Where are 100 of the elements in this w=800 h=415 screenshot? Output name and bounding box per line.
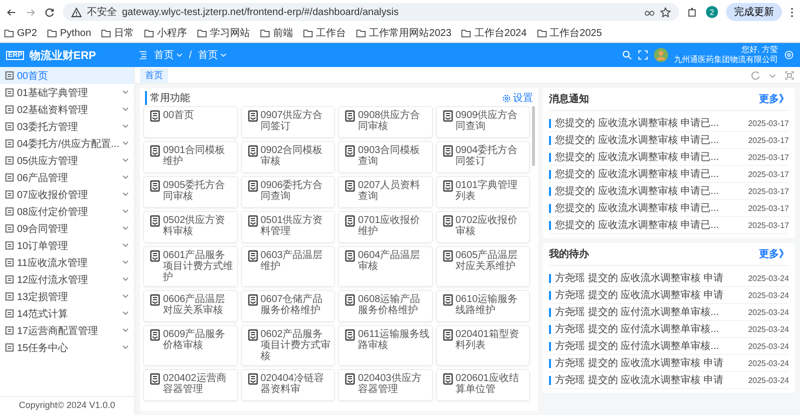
function-card[interactable]: 0608运输产品服务价格维护 — [338, 290, 432, 322]
list-item[interactable]: 您提交的 应收流水调整审核 申请已... 2025-03-17 — [549, 217, 789, 234]
chevron-icon[interactable] — [122, 90, 129, 95]
chevron-icon[interactable] — [122, 107, 129, 112]
function-card[interactable]: 0604产品温层审核 — [338, 246, 432, 287]
function-card[interactable]: 020404冷链容器资料审 — [240, 369, 335, 401]
function-card[interactable]: 0904委托方合同签订 — [436, 141, 530, 173]
sidebar-item[interactable]: 15任务中心 — [0, 339, 134, 356]
sidebar-item[interactable]: 05供应方管理 — [0, 152, 134, 169]
sidebar-item[interactable]: 04委托方/供应方配置... — [0, 135, 134, 152]
function-card[interactable]: 0909供应方合同查询 — [436, 106, 530, 138]
function-card[interactable]: 0602产品服务项目计费方式审核 — [240, 325, 335, 366]
function-card[interactable]: 0611运输服务线路审核 — [338, 325, 432, 366]
bookmark[interactable]: 工作台2025 — [536, 26, 602, 40]
function-card[interactable]: 0607仓储产品服务价格维护 — [240, 290, 335, 322]
list-item[interactable]: 方尧瑶 提交的 应收流水调整审核 申请 2025-03-24 — [549, 372, 789, 389]
expand-icon[interactable] — [784, 70, 795, 80]
function-card[interactable]: 0207人员资料查询 — [338, 176, 432, 208]
function-card[interactable]: 0501供应方资料管理 — [240, 211, 335, 243]
scrollbar[interactable] — [532, 106, 535, 166]
sidebar-item[interactable]: 11应收流水管理 — [0, 254, 134, 271]
function-card[interactable]: 0907供应方合同签订 — [240, 106, 335, 138]
function-card[interactable]: 0502供应方资料审核 — [143, 211, 238, 243]
sidebar-item[interactable]: 12应付流水管理 — [0, 271, 134, 288]
list-item[interactable]: 您提交的 应收流水调整审核 申请已... 2025-03-17 — [549, 183, 789, 200]
chevron-icon[interactable] — [122, 294, 129, 299]
reload-icon[interactable] — [44, 6, 55, 18]
more-options-icon[interactable] — [790, 6, 794, 18]
sidebar-item[interactable]: 10订单管理 — [0, 237, 134, 254]
search-icon[interactable] — [622, 50, 632, 60]
more-link[interactable]: 更多》 — [759, 92, 789, 106]
address-bar[interactable]: 不安全 gateway.wlyc-test.jzterp.net/frontend-erp/#/dashboard/analysis — [63, 3, 679, 21]
function-card[interactable]: 0606产品温层对应关系审核 — [143, 290, 238, 322]
function-card[interactable]: 0901合同模板维护 — [143, 141, 238, 173]
settings-icon[interactable] — [784, 50, 794, 60]
function-card[interactable]: 020403供应方容器管理 — [338, 369, 432, 401]
chevron-icon[interactable] — [122, 175, 129, 180]
bookmark[interactable]: GP2 — [4, 28, 38, 38]
sidebar-item[interactable]: 01基础字典管理 — [0, 84, 134, 101]
chevron-icon[interactable] — [122, 192, 129, 197]
bookmark[interactable]: 学习网站 — [197, 26, 250, 40]
profile-avatar[interactable]: 2 — [706, 6, 718, 18]
fullscreen-icon[interactable] — [638, 50, 648, 60]
function-card[interactable]: 0605产品温层对应关系维护 — [436, 246, 530, 287]
list-item[interactable]: 方尧瑶 提交的 应付流水调整单审核... 2025-03-24 — [549, 321, 789, 338]
bookmark[interactable]: 工作台 — [303, 26, 346, 40]
function-card[interactable]: 0906委托方合同查询 — [240, 176, 335, 208]
function-card[interactable]: 0609产品服务价格审核 — [143, 325, 238, 366]
sidebar-item[interactable]: 08应付定价管理 — [0, 203, 134, 220]
more-link[interactable]: 更多》 — [759, 247, 789, 261]
function-card[interactable]: 0902合同模板审核 — [240, 141, 335, 173]
chevron-icon[interactable] — [122, 345, 129, 350]
sidebar-item[interactable]: 09合同管理 — [0, 220, 134, 237]
settings-link[interactable]: 设置 — [502, 91, 533, 105]
list-item[interactable]: 您提交的 应收流水调整审核 申请已... 2025-03-17 — [549, 166, 789, 183]
sidebar-item[interactable]: 13定损管理 — [0, 288, 134, 305]
chevron-icon[interactable] — [122, 311, 129, 316]
bookmark[interactable]: 前端 — [260, 26, 294, 40]
sidebar-item[interactable]: 07应收报价管理 — [0, 186, 134, 203]
bookmark[interactable]: 小程序 — [144, 26, 188, 40]
chevron-icon[interactable] — [122, 243, 129, 248]
sidebar-item[interactable]: 06产品管理 — [0, 169, 134, 186]
forward-icon[interactable] — [25, 6, 36, 18]
tab[interactable]: 首页 — [140, 68, 168, 82]
update-button[interactable]: 完成更新 — [726, 3, 782, 21]
function-card[interactable]: 0905委托方合同审核 — [143, 176, 238, 208]
function-card[interactable]: 0903合同模板查询 — [338, 141, 432, 173]
refresh-icon[interactable] — [750, 70, 761, 80]
list-item[interactable]: 您提交的 应收流水调整审核 申请已... 2025-03-17 — [549, 132, 789, 149]
list-item[interactable]: 方尧瑶 提交的 应付流水调整单审核... 2025-03-24 — [549, 338, 789, 355]
function-card[interactable]: 00首页 — [143, 106, 238, 138]
star-icon[interactable] — [660, 6, 671, 18]
chevron-icon[interactable] — [122, 158, 129, 163]
sidebar-item[interactable]: 03委托方管理 — [0, 118, 134, 135]
bookmark[interactable]: Python — [47, 28, 92, 38]
function-card[interactable]: 020402运营商容器管理 — [143, 369, 238, 401]
function-card[interactable]: 0603产品温层维护 — [240, 246, 335, 287]
sidebar-item[interactable]: 00首页 — [0, 67, 134, 84]
list-item[interactable]: 方尧瑶 提交的 应收流水调整审核 申请 2025-03-24 — [549, 287, 789, 304]
chevron-icon[interactable] — [122, 124, 129, 129]
list-item[interactable]: 方尧瑶 提交的 应收流水调整审核 申请 2025-03-24 — [549, 270, 789, 287]
security-label[interactable]: 不安全 — [87, 5, 117, 19]
chevron-icon[interactable] — [122, 141, 130, 146]
extensions-icon[interactable] — [687, 6, 698, 18]
chevron-icon[interactable] — [122, 260, 129, 265]
function-card[interactable]: 0101字典管理列表 — [436, 176, 530, 208]
function-card[interactable]: 0908供应方合同审核 — [338, 106, 432, 138]
list-item[interactable]: 您提交的 应收流水调整审核 申请已... 2025-03-17 — [549, 149, 789, 166]
sidebar-item[interactable]: 02基础资料管理 — [0, 101, 134, 118]
chevron-icon[interactable] — [122, 226, 129, 231]
list-item[interactable]: 方尧瑶 提交的 应收流水调整审核 申请 2025-03-24 — [549, 355, 789, 372]
function-card[interactable]: 0601产品服务项目计费方式维护 — [143, 246, 238, 287]
sidebar-item[interactable]: 17运营商配置管理 — [0, 322, 134, 339]
sidebar-item[interactable]: 14范式计算 — [0, 305, 134, 322]
chevron-icon[interactable] — [122, 328, 129, 333]
function-card[interactable]: 0701应收报价维护 — [338, 211, 432, 243]
menu-icon[interactable] — [138, 50, 148, 60]
function-card[interactable]: 020401箱型资料列表 — [436, 325, 530, 366]
bookmark[interactable]: 日常 — [101, 26, 134, 40]
list-item[interactable]: 您提交的 应收流水调整审核 申请已... 2025-03-17 — [549, 200, 789, 217]
